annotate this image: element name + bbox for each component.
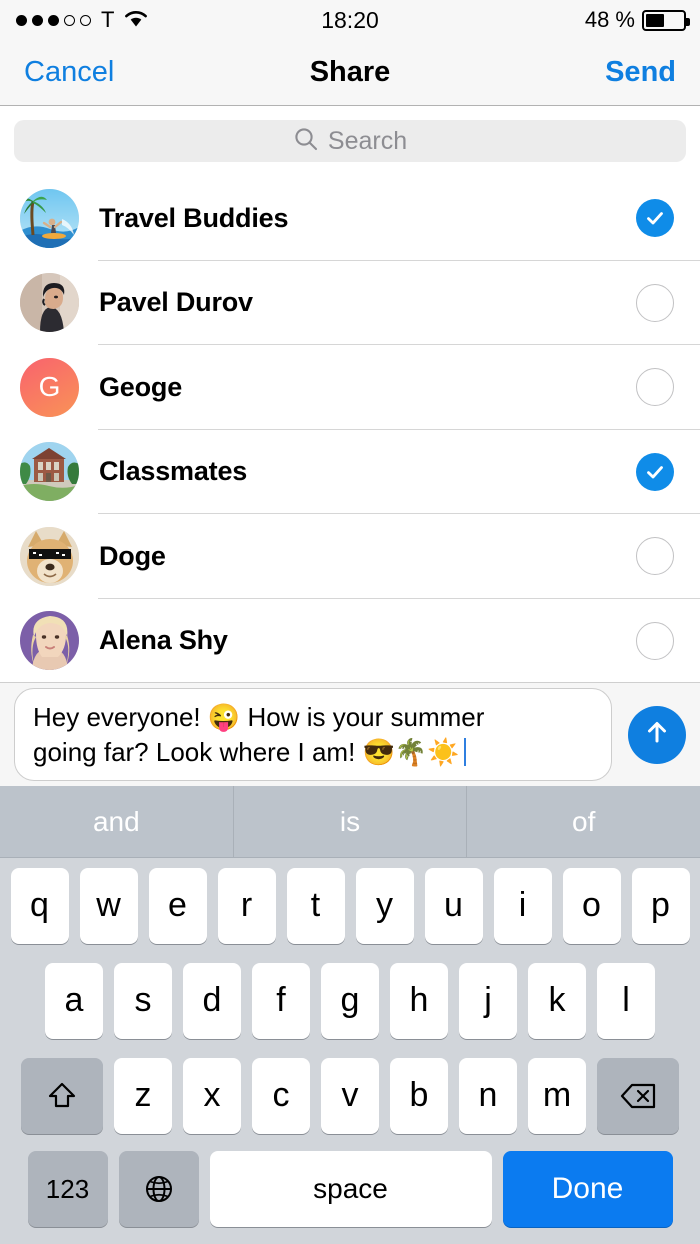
search-placeholder: Search (327, 126, 408, 155)
key-c[interactable]: c (252, 1057, 310, 1134)
backspace-delete-icon[interactable] (597, 1057, 679, 1134)
send-arrow-up-icon (641, 716, 673, 753)
on-screen-keyboard[interactable]: and is of q w e r t y u i o p a s d f g … (0, 786, 700, 1244)
key-t[interactable]: t (286, 867, 345, 944)
list-item[interactable]: Travel Buddies (0, 176, 700, 261)
avatar (20, 188, 79, 248)
key-v[interactable]: v (321, 1057, 379, 1134)
keyboard-row-1: q w e r t y u i o p (0, 858, 700, 953)
key-n[interactable]: n (459, 1057, 517, 1134)
list-item-label: Geoge (99, 371, 183, 402)
key-r[interactable]: r (217, 867, 276, 944)
globe-language-icon[interactable] (118, 1151, 199, 1227)
list-item[interactable]: Alena Shy (0, 599, 700, 683)
list-item[interactable]: G Geoge (0, 345, 700, 430)
chat-list[interactable]: Travel Buddies Pavel Durov G Geoge Class… (0, 176, 700, 682)
message-line-1: Hey everyone! 😜 How is your summer (33, 702, 485, 733)
status-bar-right: 48 % (584, 7, 690, 33)
list-item[interactable]: Pavel Durov (0, 261, 700, 345)
key-e[interactable]: e (148, 867, 207, 944)
search-input[interactable]: Search (14, 120, 686, 162)
key-b[interactable]: b (390, 1057, 448, 1134)
key-w[interactable]: w (79, 867, 138, 944)
space-key[interactable]: space (209, 1151, 492, 1227)
key-h[interactable]: h (390, 962, 448, 1039)
keyboard-row-3: z x c v b n m (0, 1048, 700, 1143)
key-g[interactable]: g (321, 962, 379, 1039)
avatar (20, 273, 79, 333)
key-p[interactable]: p (631, 867, 690, 944)
share-screen: T 18:20 48 % Cancel Share Send Search Tr… (0, 0, 700, 1244)
shift-arrow-up-icon[interactable] (21, 1057, 103, 1134)
battery-icon (642, 9, 690, 31)
keyboard-row-2: a s d f g h j k l (0, 953, 700, 1048)
message-input[interactable]: Hey everyone! 😜 How is your summer going… (14, 688, 612, 781)
prediction-suggestion[interactable]: of (466, 786, 700, 857)
selection-checkbox-unchecked[interactable] (636, 368, 674, 407)
battery-percent-label: 48 % (584, 7, 635, 32)
send-message-button[interactable] (628, 705, 686, 764)
selection-checkbox-unchecked[interactable] (636, 537, 674, 576)
key-f[interactable]: f (252, 962, 310, 1039)
key-d[interactable]: d (183, 962, 241, 1039)
prediction-suggestion[interactable]: and (0, 786, 233, 857)
list-item-label: Pavel Durov (99, 287, 253, 318)
key-o[interactable]: o (562, 867, 621, 944)
selection-checkbox-unchecked[interactable] (636, 283, 674, 322)
key-s[interactable]: s (114, 962, 172, 1039)
avatar (20, 611, 79, 671)
battery-cap (686, 17, 690, 26)
key-y[interactable]: y (355, 867, 414, 944)
keyboard-row-4: 123 space Done (0, 1143, 700, 1235)
key-m[interactable]: m (528, 1057, 586, 1134)
message-line-2: going far? Look where I am! 😎🌴☀️ (33, 736, 460, 767)
battery-fill (646, 13, 665, 27)
key-q[interactable]: q (10, 867, 69, 944)
list-item[interactable]: Classmates (0, 430, 700, 514)
list-item[interactable]: Doge (0, 514, 700, 599)
search-icon (293, 126, 319, 157)
text-cursor (463, 737, 466, 766)
status-bar: T 18:20 48 % (0, 0, 700, 40)
numeric-keyboard-button[interactable]: 123 (27, 1151, 108, 1227)
avatar (20, 526, 79, 586)
key-i[interactable]: i (493, 867, 552, 944)
key-a[interactable]: a (45, 962, 103, 1039)
navigation-bar: Cancel Share Send (0, 40, 700, 106)
prediction-suggestion[interactable]: is (232, 786, 467, 857)
list-item-label: Alena Shy (99, 625, 228, 656)
key-j[interactable]: j (459, 962, 517, 1039)
avatar-initial: G (38, 371, 61, 403)
avatar: G (20, 357, 79, 417)
key-x[interactable]: x (183, 1057, 241, 1134)
search-bar-container: Search (0, 106, 700, 166)
key-z[interactable]: z (114, 1057, 172, 1134)
selection-checkbox-checked[interactable] (636, 199, 674, 238)
selection-checkbox-checked[interactable] (636, 452, 674, 491)
key-u[interactable]: u (424, 867, 483, 944)
list-item-label: Travel Buddies (99, 202, 289, 233)
page-title: Share (309, 56, 391, 88)
list-item-label: Classmates (99, 456, 248, 487)
selection-checkbox-unchecked[interactable] (636, 621, 674, 660)
done-key[interactable]: Done (502, 1151, 673, 1227)
key-k[interactable]: k (528, 962, 586, 1039)
list-item-label: Doge (99, 540, 166, 571)
avatar (20, 442, 79, 502)
key-l[interactable]: l (597, 962, 655, 1039)
message-input-panel: Hey everyone! 😜 How is your summer going… (0, 682, 700, 786)
predictive-text-bar: and is of (0, 786, 700, 858)
